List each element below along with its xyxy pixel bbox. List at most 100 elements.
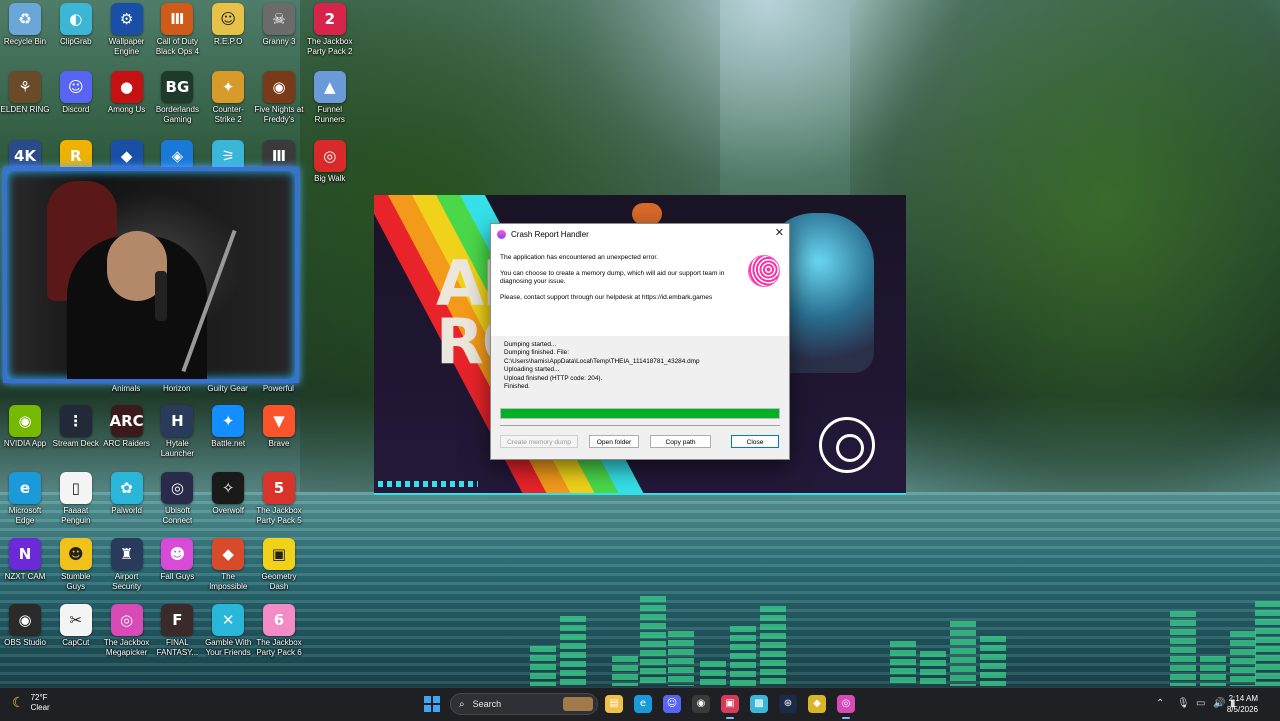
desktop-icon[interactable]: Ⅲ Call of Duty Black Ops 4 xyxy=(152,3,202,57)
desktop-icon[interactable]: 5 The Jackbox Party Pack 5 xyxy=(254,472,304,526)
desktop-icon[interactable]: ▲ Funnel Runners xyxy=(305,71,355,125)
desktop-icon[interactable]: ✕ Gamble With Your Friends xyxy=(203,604,253,658)
dialog-message-area: The application has encountered an unexp… xyxy=(491,244,789,336)
copy-path-button[interactable]: Copy path xyxy=(650,435,711,448)
volume-icon[interactable]: 🔊 xyxy=(1213,698,1225,709)
clipgrab-icon: ◐ xyxy=(59,3,92,35)
desktop-icon[interactable]: ✿ Palworld xyxy=(102,472,152,516)
desktop-icon[interactable]: ▣ Geometry Dash xyxy=(254,538,304,592)
desktop-icon[interactable]: ♻ Recycle Bin xyxy=(0,3,50,47)
system-clock[interactable]: 2:14 AM 8/5/2026 xyxy=(1227,693,1258,715)
support-message: Please, contact support through our help… xyxy=(500,293,713,301)
weather-widget[interactable]: ☾ 72°F Clear xyxy=(12,693,50,713)
game-icon[interactable]: ▣ xyxy=(721,695,739,719)
desktop-icon-label: Faaaat Penguin xyxy=(61,506,91,525)
chevron-up-icon[interactable]: ⌃ xyxy=(1156,698,1164,709)
taskbar: ☾ 72°F Clear ⌕ Search ▤ e ☺ ◉ ▣ ▩ ⊛ ◆ ◎ ⌃ 🎙 ▭ 🔊 … xyxy=(0,687,1280,721)
desktop-icon[interactable]: ● Among Us xyxy=(102,71,152,115)
counter-strike-icon: ✦ xyxy=(212,71,245,103)
desktop-icon-label-partial[interactable]: Powerful xyxy=(253,382,303,394)
final-fantasy-icon: F xyxy=(161,604,194,636)
airport-security-icon: ♜ xyxy=(110,538,143,570)
desktop-icon-label: Ubisoft Connect xyxy=(162,506,193,525)
desktop-icon-label: Powerful xyxy=(262,384,294,393)
create-memory-dump-button[interactable]: Create memory dump xyxy=(500,435,578,448)
desktop-icon-label: Counter-Strike 2 xyxy=(212,105,244,124)
desktop-icon[interactable]: ✦ Battle.net xyxy=(203,405,253,449)
desktop-icon[interactable]: ◎ Ubisoft Connect xyxy=(152,472,202,526)
taskbar-search[interactable]: ⌕ Search xyxy=(450,693,598,715)
desktop-icon[interactable]: ✧ Overwolf xyxy=(203,472,253,516)
file-explorer-icon[interactable]: ▤ xyxy=(605,695,623,713)
desktop-icon-label-partial[interactable]: Animals xyxy=(101,382,151,394)
close-icon[interactable]: ✕ xyxy=(775,227,784,239)
edge-icon[interactable]: e xyxy=(634,695,652,713)
desktop-icon[interactable]: ✦ Counter-Strike 2 xyxy=(203,71,253,125)
desktop-icon[interactable]: ◆ The Impossible xyxy=(203,538,253,592)
start-button[interactable] xyxy=(424,696,440,712)
log-line: Upload finished (HTTP code: 204). xyxy=(504,374,603,382)
network-icon[interactable]: ▭ xyxy=(1196,698,1205,709)
nvidia-icon: ◉ xyxy=(9,405,41,437)
desktop-icon-label-partial[interactable]: Guilty Gear xyxy=(203,382,253,394)
desktop-icon[interactable]: e Microsoft Edge xyxy=(0,472,50,526)
app-icon[interactable]: ◆ xyxy=(808,695,826,713)
desktop-icon[interactable]: BG Borderlands Gaming xyxy=(152,71,202,125)
desktop-icon[interactable]: 6 The Jackbox Party Pack 6 xyxy=(254,604,304,658)
jackbox-icon: 2 xyxy=(313,3,346,35)
desktop-icon[interactable]: ♜ Airport Security xyxy=(102,538,152,592)
equalizer-bar xyxy=(980,636,1006,686)
desktop-icon[interactable]: ◎ The Jackbox Megapicker xyxy=(102,604,152,658)
desktop-icon[interactable]: ☻ Fall Guys xyxy=(152,538,202,582)
desktop-icon-label: Gamble With Your Friends xyxy=(205,638,252,657)
desktop-icon[interactable]: ☻ Stumble Guys xyxy=(51,538,101,592)
mic-icon[interactable]: 🎙 xyxy=(1177,698,1190,709)
desktop-icon-label-partial[interactable]: Horizon xyxy=(152,382,202,394)
desktop-icon[interactable]: ◉ NVIDIA App xyxy=(0,405,50,449)
desktop-icon[interactable]: 2 The Jackbox Party Pack 2 xyxy=(305,3,355,57)
chrome-icon[interactable]: ◉ xyxy=(692,695,710,713)
desktop-icon[interactable]: ARC ARC Raiders xyxy=(102,405,152,449)
desktop-icon[interactable]: ⋮ Stream Deck xyxy=(51,405,101,449)
loading-dots xyxy=(378,481,478,487)
desktop-icon-label: Overwolf xyxy=(212,506,244,515)
weather-description: Clear xyxy=(30,703,50,712)
desktop-icon-label: R.E.P.O xyxy=(214,37,243,46)
fnaf-icon: ◉ xyxy=(263,71,295,103)
desktop-icon[interactable]: ◐ ClipGrab xyxy=(51,3,101,47)
desktop-icon-label: The Jackbox Party Pack 5 xyxy=(256,506,302,525)
desktop-icon[interactable]: ▯ Faaaat Penguin xyxy=(51,472,101,526)
desktop-icon-label: The Jackbox Megapicker xyxy=(103,638,150,657)
desktop-icon[interactable]: ⚘ ELDEN RING xyxy=(0,71,50,115)
discord-icon[interactable]: ☺ xyxy=(663,695,681,713)
desktop-icon[interactable]: ◎ Big Walk xyxy=(305,140,355,184)
open-folder-button[interactable]: Open folder xyxy=(589,435,639,448)
palworld-icon: ✿ xyxy=(110,472,143,504)
desktop-icon[interactable]: N NZXT CAM xyxy=(0,538,50,582)
photos-icon[interactable]: ▩ xyxy=(750,695,768,713)
geometry-dash-icon: ▣ xyxy=(263,538,295,570)
desktop-icon[interactable]: ☺ R.E.P.O xyxy=(203,3,253,47)
steam-icon[interactable]: ⊛ xyxy=(779,695,797,713)
arc-raiders-icon[interactable]: ◎ xyxy=(837,695,855,719)
clock-time: 2:14 AM xyxy=(1228,694,1258,703)
desktop-icon-label: Guilty Gear xyxy=(207,384,248,393)
faaaat-penguin-icon: ▯ xyxy=(59,472,92,504)
desktop-icon-label: FINAL FANTASY... xyxy=(156,638,199,657)
desktop-icon[interactable]: ◉ Five Nights at Freddy's xyxy=(254,71,304,125)
among-us-icon: ● xyxy=(110,71,143,103)
desktop-icon[interactable]: F FINAL FANTASY... xyxy=(152,604,202,658)
desktop-icon[interactable]: ☺ Discord xyxy=(51,71,101,115)
desktop-icon-label: Animals xyxy=(111,384,141,393)
elden-ring-icon: ⚘ xyxy=(9,71,41,103)
close-button[interactable]: Close xyxy=(731,435,779,448)
dialog-titlebar[interactable]: Crash Report Handler ✕ xyxy=(491,224,789,244)
stream-deck-icon: ⋮ xyxy=(59,405,92,437)
desktop-icon[interactable]: ◉ OBS Studio xyxy=(0,604,50,648)
desktop-icon[interactable]: ▼ Brave xyxy=(254,405,304,449)
desktop-icon[interactable]: ⚙ Wallpaper Engine xyxy=(102,3,152,57)
desktop-icon[interactable]: H Hytale Launcher xyxy=(152,405,202,459)
desktop-icon[interactable]: ✂ CapCut xyxy=(51,604,101,648)
obs-icon: ◉ xyxy=(9,604,41,636)
desktop-icon[interactable]: ☠ Granny 3 xyxy=(254,3,304,47)
